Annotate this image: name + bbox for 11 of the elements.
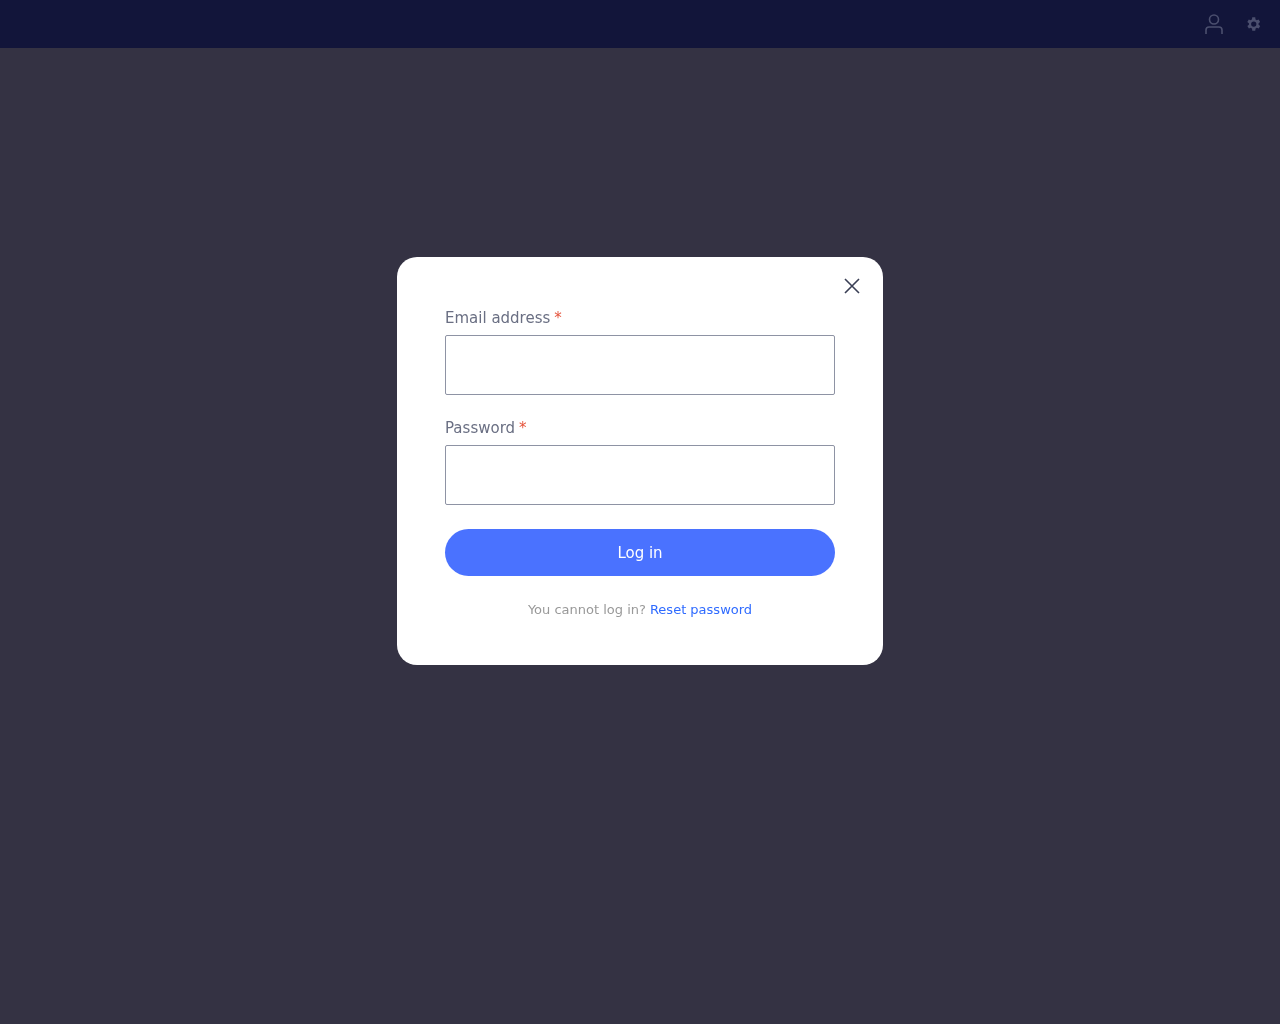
field-label: Email address — [445, 309, 551, 327]
field-label: Password — [445, 419, 516, 437]
help-text: You cannot log in? — [527, 602, 646, 617]
close-button[interactable] — [843, 277, 861, 295]
input-field[interactable] — [445, 335, 835, 395]
required-mark: * — [554, 309, 562, 327]
reset-password-link[interactable]: Reset password — [649, 602, 753, 617]
login-button[interactable]: Log in — [445, 529, 835, 576]
user-icon[interactable] — [1204, 13, 1224, 35]
required-mark: * — [519, 419, 527, 437]
input-field[interactable] — [445, 445, 835, 505]
